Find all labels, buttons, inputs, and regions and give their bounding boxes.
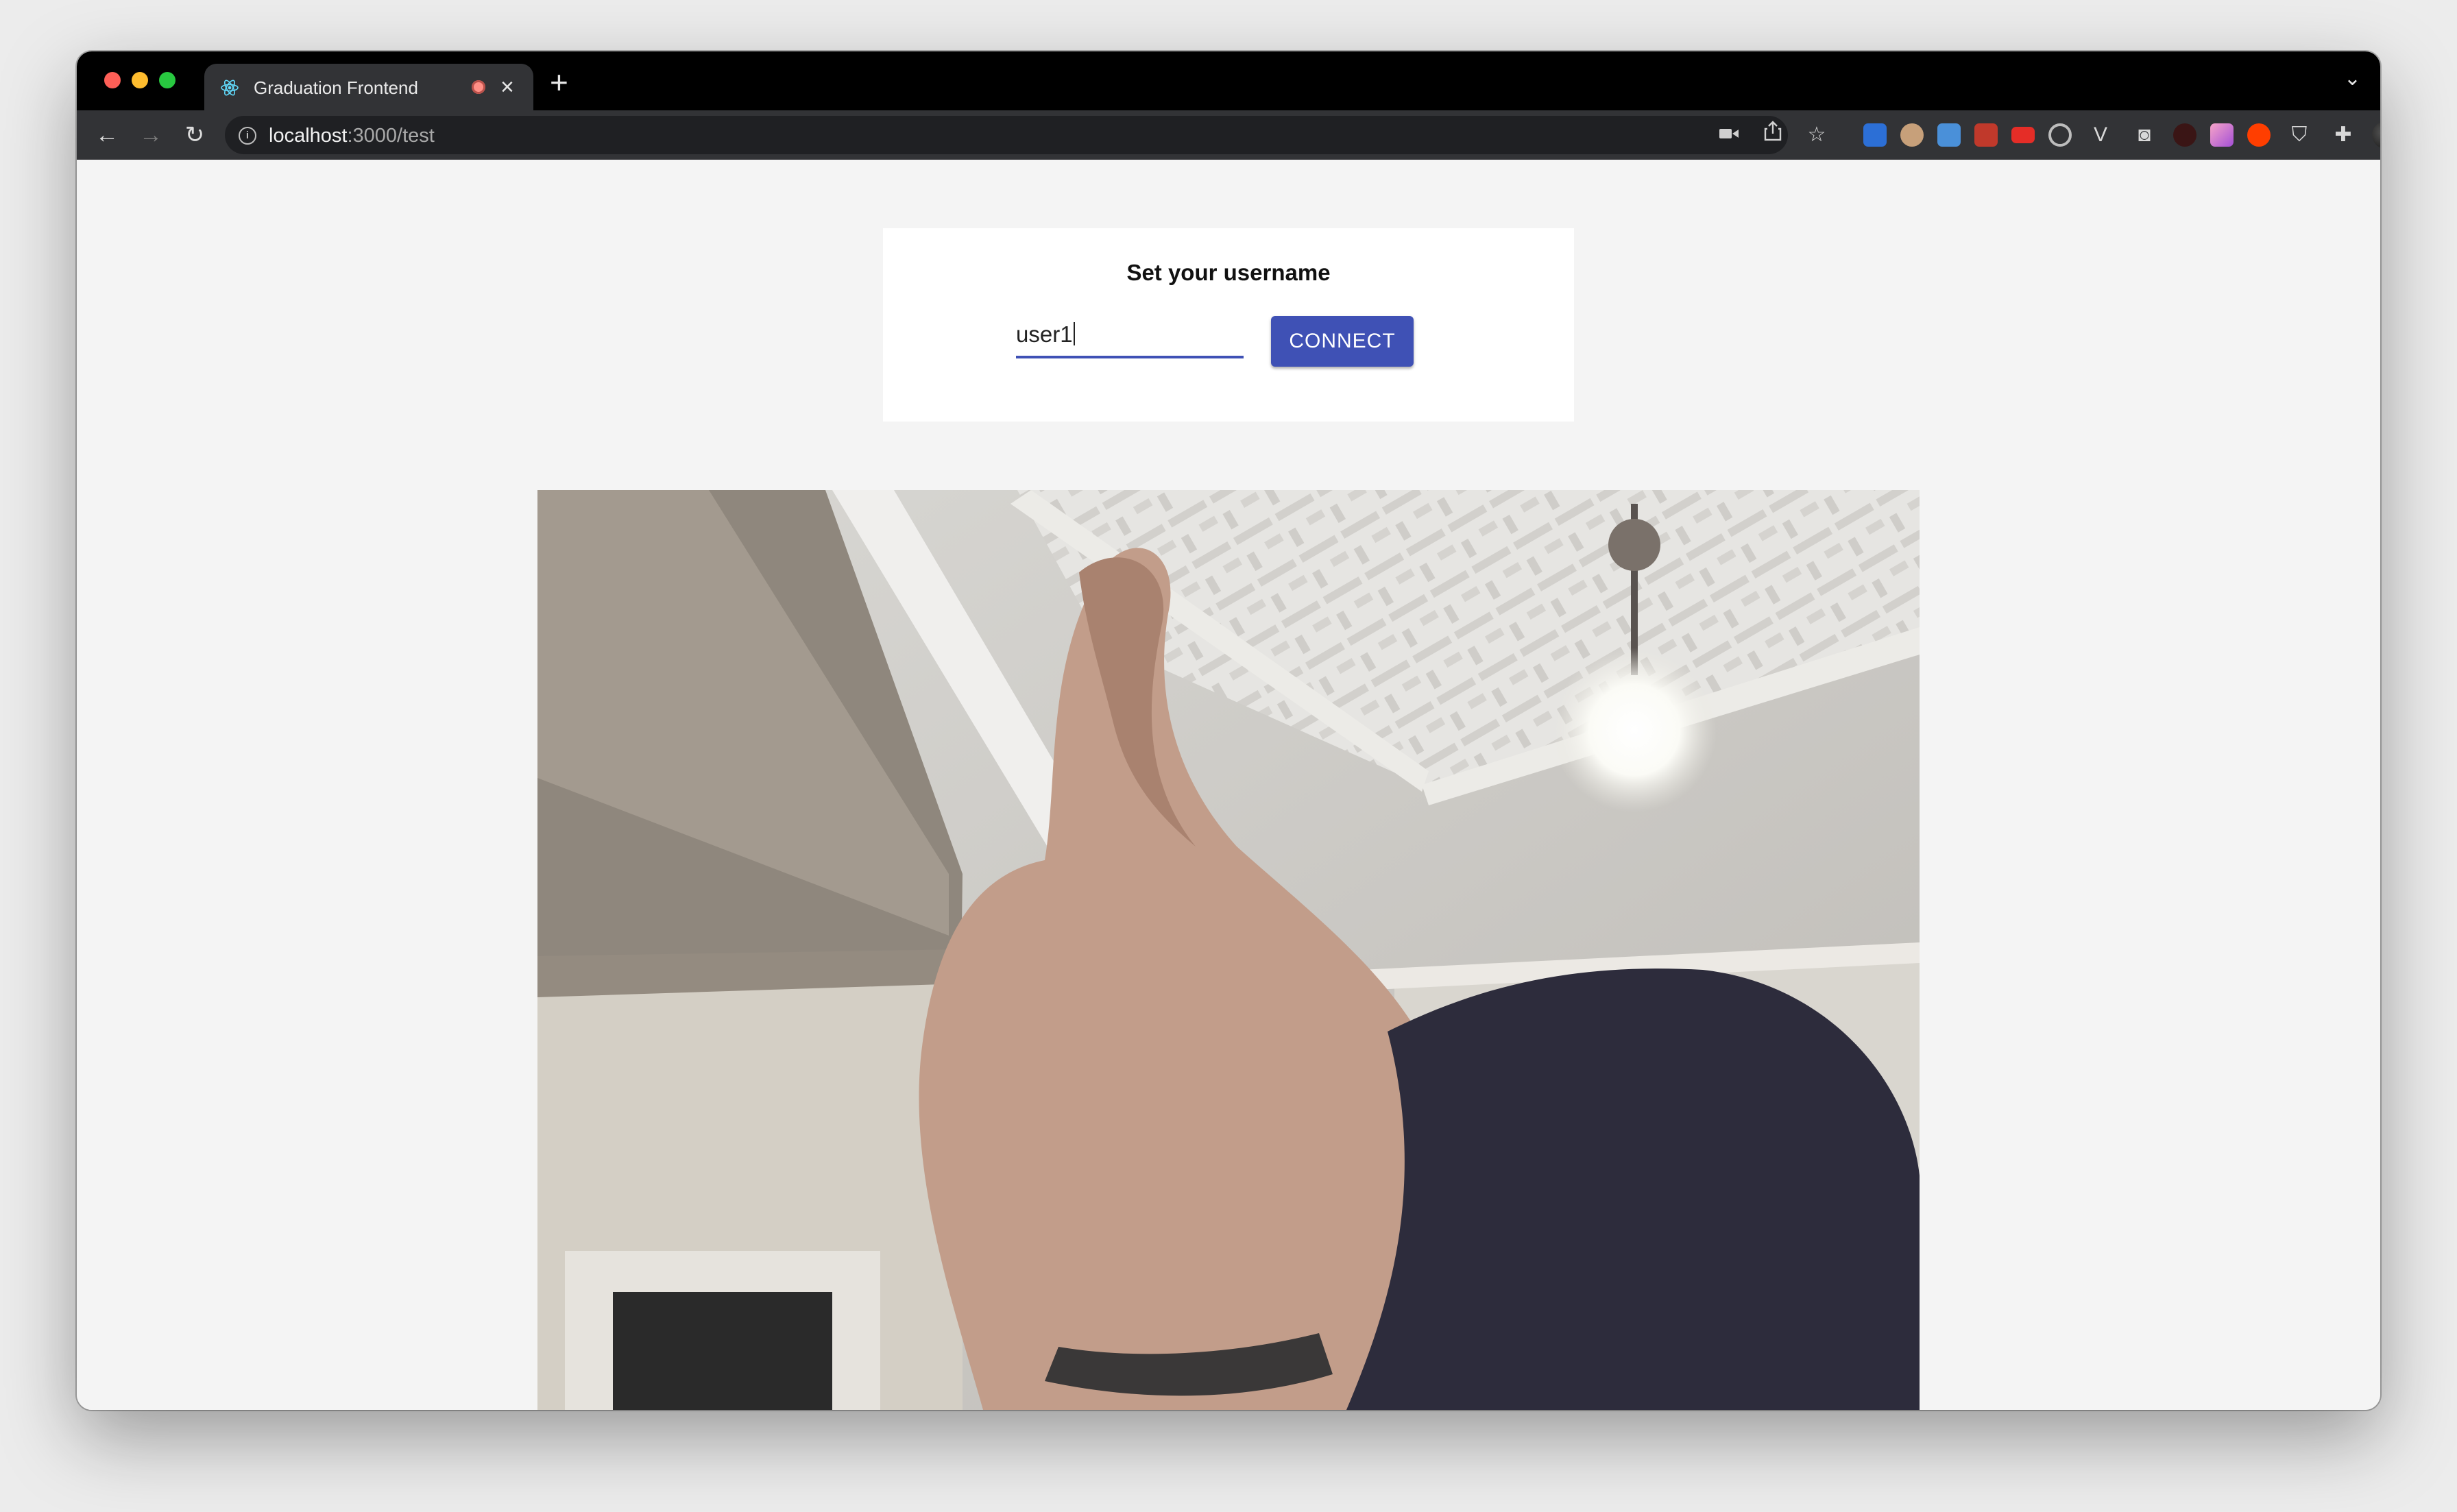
username-card: Set your username user1 CONNECT xyxy=(883,228,1574,422)
window-extension-icon[interactable] xyxy=(1937,123,1961,147)
translate-extension-icon[interactable] xyxy=(1863,123,1887,147)
puzzle-extensions-icon[interactable]: ✚ xyxy=(2328,120,2358,150)
url-host: localhost xyxy=(269,125,348,147)
close-window-button[interactable] xyxy=(104,72,121,88)
youtube-extension-icon[interactable] xyxy=(2011,127,2035,143)
browser-toolbar: ← → ↻ i localhost:3000/test ☆ V ◙ ⛉ ✚ xyxy=(77,110,2380,160)
new-tab-button[interactable]: + xyxy=(550,65,568,99)
shield-extension-icon[interactable]: ⛉ xyxy=(2284,120,2314,150)
tab-strip: Graduation Frontend × + ⌄ xyxy=(77,51,2380,110)
tab-search-chevron-icon[interactable]: ⌄ xyxy=(2344,66,2361,90)
recording-indicator-icon xyxy=(472,80,485,94)
tab-title: Graduation Frontend xyxy=(254,77,418,98)
slash-extension-icon[interactable] xyxy=(2173,123,2196,147)
url-text[interactable]: localhost:3000/test xyxy=(269,125,435,147)
camera-icon[interactable] xyxy=(1714,120,1744,150)
camera-video-feed xyxy=(537,490,1920,1410)
close-tab-icon[interactable]: × xyxy=(500,73,514,101)
vue-extension-icon[interactable]: V xyxy=(2085,120,2116,150)
bookmark-star-icon[interactable]: ☆ xyxy=(1802,120,1832,150)
minimize-window-button[interactable] xyxy=(132,72,148,88)
tab-graduation-frontend[interactable]: Graduation Frontend × xyxy=(204,64,533,110)
text-caret xyxy=(1073,322,1075,345)
svelte-extension-icon[interactable] xyxy=(2247,123,2271,147)
react-icon xyxy=(221,80,239,96)
gradient-extension-icon[interactable] xyxy=(2210,123,2234,147)
url-path: :3000/test xyxy=(347,125,435,147)
address-bar[interactable]: i localhost:3000/test xyxy=(225,116,1788,154)
extensions-bar: ☆ V ◙ ⛉ ✚ ⋮ xyxy=(1714,120,2380,150)
zoom-window-button[interactable] xyxy=(159,72,176,88)
username-value: user1 xyxy=(1016,321,1073,347)
site-info-icon[interactable]: i xyxy=(239,127,256,145)
connect-button[interactable]: CONNECT xyxy=(1271,316,1414,367)
forward-arrow-icon[interactable]: → xyxy=(136,120,166,150)
card-title: Set your username xyxy=(1126,260,1331,285)
reload-icon[interactable]: ↻ xyxy=(180,120,210,150)
gift-extension-icon[interactable] xyxy=(1974,123,1998,147)
back-arrow-icon[interactable]: ← xyxy=(92,120,122,150)
share-icon[interactable] xyxy=(1758,120,1788,150)
face-extension-icon[interactable] xyxy=(1900,123,1924,147)
page-viewport: Set your username user1 CONNECT xyxy=(77,160,2380,1410)
profile-avatar[interactable] xyxy=(2372,121,2380,149)
browser-window: Graduation Frontend × + ⌄ ← → ↻ i localh… xyxy=(77,51,2380,1410)
username-input[interactable]: user1 xyxy=(1016,316,1244,358)
target-extension-icon[interactable] xyxy=(2048,123,2072,147)
camera-extension-icon[interactable]: ◙ xyxy=(2129,120,2159,150)
